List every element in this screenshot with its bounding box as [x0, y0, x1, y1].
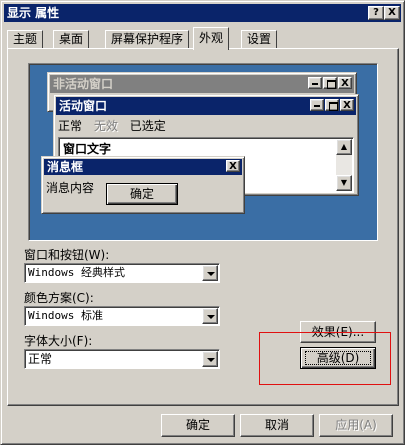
scroll-up-icon: ▲ [336, 139, 352, 155]
font-size-select[interactable]: 正常 [24, 349, 220, 369]
tab-screensaver[interactable]: 屏幕保护程序 [105, 30, 190, 49]
chevron-down-icon[interactable] [202, 351, 218, 367]
window-text: 窗口文字 [63, 142, 112, 156]
highlight-box [259, 332, 391, 385]
help-button[interactable]: ? [368, 6, 384, 20]
message-text: 消息内容 [46, 181, 95, 195]
message-box-titlebar: 消息框 X [44, 159, 242, 175]
window-title: 显示 属性 [7, 6, 60, 20]
tab-appearance[interactable]: 外观 [193, 27, 230, 50]
minimize-icon [308, 77, 322, 89]
close-icon: X [226, 160, 240, 172]
scroll-down-icon: ▼ [336, 175, 352, 191]
ok-button[interactable]: 确定 [161, 414, 235, 437]
preview-scrollbar: ▲ ▼ [336, 139, 352, 191]
close-icon: X [340, 99, 354, 111]
title-bar: 显示 属性 ? X [4, 4, 401, 22]
tab-themes[interactable]: 主题 [7, 30, 44, 49]
font-size-label: 字体大小(F): [24, 334, 93, 348]
menu-normal: 正常 [58, 119, 83, 133]
display-properties-dialog: 显示 属性 ? X 主题 桌面 屏幕保护程序 外观 设置 非活动窗口 X 活动窗… [0, 0, 405, 445]
cancel-button[interactable]: 取消 [240, 414, 314, 437]
close-icon: X [388, 7, 396, 18]
tab-settings[interactable]: 设置 [241, 30, 278, 49]
preview-ok-button: 确定 [106, 183, 178, 205]
preview-menubar: 正常 无效 已选定 [58, 117, 174, 135]
menu-disabled: 无效 [93, 119, 118, 133]
active-window-controls: X [309, 99, 354, 113]
maximize-icon [323, 77, 337, 89]
inactive-window-controls: X [307, 77, 352, 91]
windows-buttons-select[interactable]: Windows 经典样式 [24, 263, 220, 283]
active-window-title: 活动窗口 [59, 99, 108, 113]
windows-buttons-value: Windows 经典样式 [28, 266, 125, 279]
color-scheme-select[interactable]: Windows 标准 [24, 306, 220, 326]
message-box-preview: 消息框 X 消息内容 确定 [41, 156, 245, 214]
message-box-title: 消息框 [47, 160, 84, 174]
windows-buttons-label: 窗口和按钮(W): [24, 248, 110, 262]
minimize-icon [310, 99, 324, 111]
help-icon: ? [373, 7, 379, 18]
message-box-controls: X [225, 160, 240, 174]
close-button[interactable]: X [384, 6, 400, 20]
color-scheme-value: Windows 标准 [28, 309, 103, 322]
inactive-window-title: 非活动窗口 [53, 77, 114, 91]
maximize-icon [325, 99, 339, 111]
active-window-titlebar: 活动窗口 X [56, 97, 356, 115]
tab-desktop[interactable]: 桌面 [53, 30, 90, 49]
chevron-down-icon[interactable] [202, 265, 218, 281]
chevron-down-icon[interactable] [202, 308, 218, 324]
close-icon: X [338, 77, 352, 89]
menu-selected: 已选定 [129, 119, 166, 133]
inactive-window-titlebar: 非活动窗口 X [50, 75, 354, 93]
appearance-preview: 非活动窗口 X 活动窗口 X 正常 无效 已选定 窗口文字 ▲ ▼ 消息框 X … [28, 63, 378, 241]
color-scheme-label: 颜色方案(C): [24, 291, 94, 305]
font-size-value: 正常 [28, 352, 53, 366]
apply-button[interactable]: 应用(A) [319, 414, 393, 437]
